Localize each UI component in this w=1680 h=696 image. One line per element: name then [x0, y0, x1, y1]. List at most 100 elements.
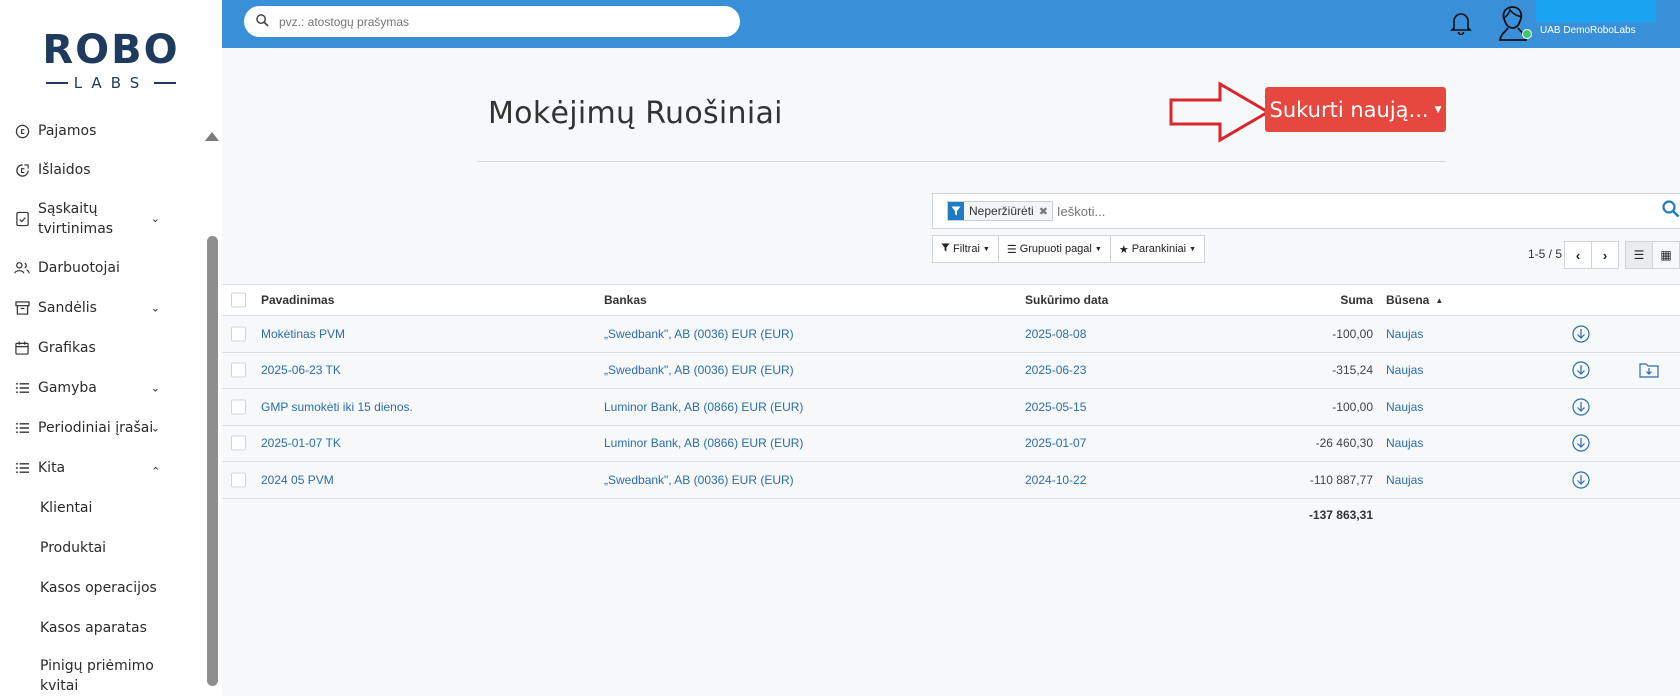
- caret-down-icon: ▼: [982, 245, 990, 253]
- remove-facet-icon[interactable]: ✖: [1039, 205, 1048, 218]
- column-header-status[interactable]: Būsena ▲: [1386, 285, 1443, 315]
- sidebar-item-islaidos[interactable]: Išlaidos: [0, 150, 200, 190]
- list-view-button[interactable]: ☰: [1625, 241, 1653, 269]
- sidebar-item-pajamos[interactable]: Pajamos: [0, 112, 200, 150]
- row-checkbox[interactable]: [231, 399, 246, 415]
- calendar-icon: [14, 340, 30, 356]
- sidebar-item-label: Išlaidos: [38, 162, 91, 178]
- row-checkbox[interactable]: [231, 472, 246, 488]
- table-row[interactable]: 2025-01-07 TK Luminor Bank, AB (0866) EU…: [222, 426, 1680, 462]
- folder-download-icon[interactable]: [1639, 362, 1659, 378]
- table-header: Pavadinimas Bankas Sukūrimo data Suma Bū…: [222, 284, 1680, 316]
- sidebar-item-periodiniai-irasai[interactable]: Periodiniai įrašai ⌄: [0, 408, 200, 448]
- group-by-button[interactable]: ☰ Grupuoti pagal ▼: [997, 235, 1111, 263]
- table-row[interactable]: GMP sumokėti iki 15 dienos. Luminor Bank…: [222, 389, 1680, 426]
- records-search[interactable]: Neperžiūrėti ✖: [932, 193, 1680, 229]
- grid-view-icon: ▦: [1660, 248, 1672, 262]
- logo-bottom-text: LABS: [73, 74, 149, 92]
- robolabs-logo[interactable]: ROBO LABS: [0, 28, 222, 92]
- online-status-dot: [1522, 29, 1532, 39]
- sort-ascending-icon: ▲: [1435, 295, 1444, 305]
- caret-down-icon: ▼: [1189, 245, 1197, 253]
- sidebar-subitem-klientai[interactable]: Klientai: [0, 488, 200, 528]
- coin-out-icon: [14, 162, 30, 178]
- sidebar-item-label: Pajamos: [38, 123, 97, 139]
- list-icon: [14, 460, 30, 476]
- row-sum: -110 887,77: [1309, 472, 1373, 487]
- sidebar-item-label: Periodiniai įrašai: [38, 420, 154, 436]
- row-date: 2025-05-15: [1025, 399, 1087, 414]
- caret-down-icon: ▼: [1094, 245, 1102, 253]
- download-circle-icon[interactable]: [1572, 434, 1590, 452]
- sidebar-item-sandelis[interactable]: Sandėlis ⌄: [0, 288, 200, 328]
- company-name[interactable]: UAB DemoRoboLabs: [1540, 25, 1636, 36]
- filters-button[interactable]: Filtrai ▼: [932, 235, 999, 263]
- previous-page-button[interactable]: ‹: [1564, 241, 1592, 269]
- table-total-sum: -137 863,31: [1308, 508, 1373, 522]
- invoice-check-icon: [14, 211, 30, 227]
- next-page-button[interactable]: ›: [1591, 241, 1619, 269]
- records-search-input[interactable]: [1056, 203, 1457, 219]
- column-header-bank[interactable]: Bankas: [604, 285, 647, 315]
- download-circle-icon[interactable]: [1572, 325, 1590, 343]
- scroll-up-arrow[interactable]: [205, 132, 219, 141]
- row-date: 2024-10-22: [1025, 472, 1087, 487]
- sidebar-item-label: Gamyba: [38, 380, 97, 396]
- star-icon: ★: [1118, 243, 1129, 256]
- favorites-button[interactable]: ★ Parankiniai ▼: [1109, 235, 1206, 263]
- sidebar-item-kita[interactable]: Kita ⌄: [0, 448, 200, 488]
- download-circle-icon[interactable]: [1572, 361, 1590, 379]
- row-sum: -315,24: [1332, 363, 1373, 378]
- page-title: Mokėjimų Ruošiniai: [488, 96, 783, 131]
- global-search-input[interactable]: [279, 14, 709, 29]
- create-new-label: Sukurti naują...: [1269, 97, 1429, 122]
- logo-line-left: [45, 82, 68, 84]
- filter-icon: [948, 202, 964, 220]
- search-icon[interactable]: [1662, 200, 1680, 223]
- user-name-redacted: [1536, 0, 1656, 22]
- search-facet-label: Neperžiūrėti: [969, 204, 1034, 218]
- sidebar-subitem-kasos-operacijos[interactable]: Kasos operacijos: [0, 568, 200, 608]
- list-view-icon: ☰: [1633, 248, 1645, 262]
- search-facet[interactable]: Neperžiūrėti ✖: [947, 201, 1053, 221]
- header-divider: [478, 161, 1446, 162]
- column-header-sum[interactable]: Suma: [1222, 285, 1373, 315]
- download-circle-icon[interactable]: [1572, 398, 1590, 416]
- favorites-label: Parankiniai: [1131, 243, 1187, 255]
- chevron-up-icon: ⌄: [150, 464, 160, 478]
- row-checkbox[interactable]: [231, 362, 246, 378]
- global-search[interactable]: [244, 6, 740, 37]
- sidebar-item-label: Sąskaitų tvirtinimas: [38, 201, 114, 237]
- sidebar-item-grafikas[interactable]: Grafikas: [0, 328, 200, 368]
- column-header-name[interactable]: Pavadinimas: [261, 285, 334, 315]
- select-all-checkbox[interactable]: [231, 292, 246, 308]
- row-name: 2024 05 PVM: [261, 472, 334, 487]
- sidebar-subitem-pinigu-priemimo-kvitai[interactable]: Pinigų priėmimo kvitai: [0, 648, 160, 696]
- row-date: 2025-06-23: [1025, 363, 1087, 378]
- table-row[interactable]: 2025-06-23 TK „Swedbank", AB (0036) EUR …: [222, 353, 1680, 389]
- coin-icon: [14, 123, 30, 139]
- row-checkbox[interactable]: [231, 435, 246, 451]
- row-name: 2025-01-07 TK: [261, 436, 341, 451]
- sidebar-subitem-kasos-aparatas[interactable]: Kasos aparatas: [0, 608, 200, 648]
- sidebar-subitem-produktai[interactable]: Produktai: [0, 528, 200, 568]
- bell-icon[interactable]: [1450, 11, 1472, 35]
- logo-bottom: LABS: [0, 74, 222, 92]
- kanban-view-button[interactable]: ▦: [1652, 241, 1680, 269]
- table-row[interactable]: Mokėtinas PVM „Swedbank", AB (0036) EUR …: [222, 316, 1680, 353]
- download-circle-icon[interactable]: [1572, 471, 1590, 489]
- column-header-date[interactable]: Sukūrimo data: [1025, 285, 1108, 315]
- sidebar-item-darbuotojai[interactable]: Darbuotojai: [0, 248, 200, 288]
- row-bank: „Swedbank", AB (0036) EUR (EUR): [604, 472, 794, 487]
- row-bank: „Swedbank", AB (0036) EUR (EUR): [604, 326, 794, 341]
- search-options-group: Filtrai ▼ ☰ Grupuoti pagal ▼ ★ Parankini…: [932, 235, 1206, 263]
- sidebar-item-gamyba[interactable]: Gamyba ⌄: [0, 368, 200, 408]
- sidebar-item-saskaitu-tvirtinimas[interactable]: Sąskaitų tvirtinimas ⌄: [0, 190, 200, 248]
- create-new-button[interactable]: Sukurti naują... ▼: [1265, 87, 1446, 132]
- table-row[interactable]: 2024 05 PVM „Swedbank", AB (0036) EUR (E…: [222, 462, 1680, 499]
- pager-value[interactable]: 1-5 / 5: [1528, 247, 1562, 261]
- chevron-down-icon: ⌄: [150, 212, 160, 225]
- row-checkbox[interactable]: [231, 326, 246, 342]
- chevron-down-icon: ⌄: [150, 301, 160, 315]
- sidebar-scrollbar-thumb[interactable]: [207, 236, 218, 686]
